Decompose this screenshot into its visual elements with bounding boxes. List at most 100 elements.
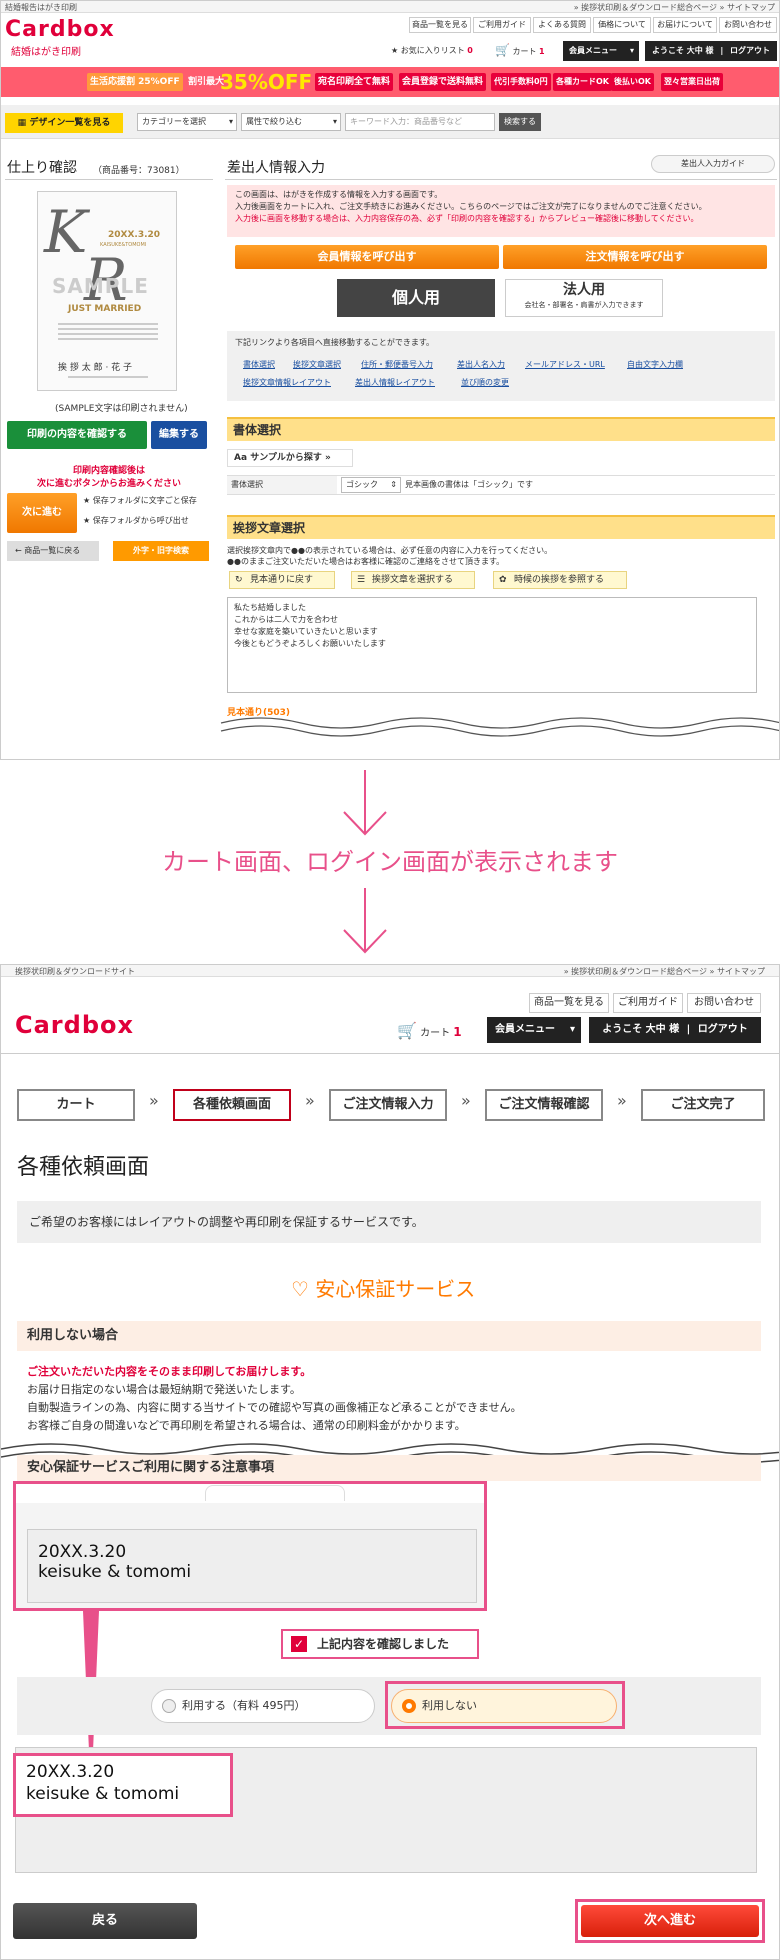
select-greeting-button[interactable]: ☰ 挨拶文章を選択する — [351, 571, 475, 589]
notice-line-1: この画面は、はがきを作成する情報を入力する画面です。 — [235, 190, 443, 199]
sample-search-button[interactable]: Aa サンプルから探す » — [227, 449, 353, 467]
link-sender-name[interactable]: 差出人名入力 — [457, 359, 505, 370]
product-edit-screenshot: 結婚報告はがき印刷 » 挨拶状印刷＆ダウンロード総合ページ » サイトマップ C… — [0, 0, 780, 760]
confirm-print-button[interactable]: 印刷の内容を確認する — [7, 421, 147, 449]
back-button[interactable]: 戻る — [13, 1903, 197, 1939]
greeting-line: 幸せな家庭を築いていきたいと思います — [234, 627, 378, 636]
step-cart: カート — [17, 1089, 135, 1121]
design-list-label: デザイン一覧を見る — [29, 118, 111, 128]
nav-guide[interactable]: ご利用ガイド — [613, 993, 683, 1013]
nav-price[interactable]: 価格について — [593, 17, 651, 33]
after-confirm-note-2: 次に進むボタンからお進みください — [36, 479, 181, 489]
cart-link[interactable]: 🛒 カート 1 — [397, 1021, 462, 1040]
edit-button[interactable]: 編集する — [151, 421, 207, 449]
search-button[interactable]: 検索する — [499, 113, 541, 131]
design-list-button[interactable]: ▦ デザイン一覧を見る — [5, 113, 123, 133]
favorites-count: 0 — [467, 46, 473, 55]
logout-link[interactable]: ログアウト — [730, 46, 770, 55]
confirm-checkbox[interactable]: ✓ 上記内容を確認しました — [281, 1629, 479, 1659]
tab-corporate[interactable]: 法人用 会社名・部署名・肩書が入力できます — [505, 279, 663, 317]
promo-tag-1: 生活応援割 25%OFF — [87, 73, 183, 91]
step-request: 各種依頼画面 — [173, 1089, 291, 1121]
divider — [5, 179, 213, 180]
nav-delivery[interactable]: お届けについて — [653, 17, 717, 33]
cart-link[interactable]: 🛒 カート 1 — [495, 43, 545, 57]
member-menu-button[interactable]: 会員メニュー ▾ — [487, 1017, 581, 1043]
confirm-checkbox-label: 上記内容を確認しました — [317, 1637, 450, 1651]
next-button[interactable]: 次に進む — [7, 493, 77, 533]
gaiji-button[interactable]: 外字・旧字検索 — [113, 541, 209, 561]
logo[interactable]: Cardbox — [15, 1011, 134, 1039]
topbar-right-links[interactable]: » 挨拶状印刷＆ダウンロード総合ページ » サイトマップ — [564, 966, 765, 977]
link-greeting-layout[interactable]: 挨拶文章情報レイアウト — [243, 377, 331, 388]
card-just-married: JUST MARRIED — [68, 304, 142, 314]
card-sample-watermark: SAMPLE — [52, 274, 149, 298]
highlight-frame: 20XX.3.20 keisuke & tomomi — [13, 1753, 233, 1817]
sample-note: (SAMPLE文字は印刷されません) — [55, 404, 188, 414]
nav-contact[interactable]: お問い合わせ — [719, 17, 777, 33]
step-separator: » — [461, 1091, 471, 1110]
promo-tag-4: 会員登録で送料無料 — [399, 73, 487, 91]
link-font[interactable]: 書体選択 — [243, 359, 275, 370]
attribute-select[interactable]: 属性で絞り込む ▾ — [241, 113, 341, 131]
font-note: 見本画像の書体は「ゴシック」です — [405, 480, 533, 489]
font-section-header: 書体選択 — [227, 417, 775, 441]
member-call-button[interactable]: 会員情報を呼び出す — [235, 245, 499, 269]
link-free-text[interactable]: 自由文字入力欄 — [627, 359, 683, 370]
favorites-label: お気に入りリスト — [400, 46, 465, 55]
after-confirm-note: 印刷内容確認後は 次に進むボタンからお進みください — [5, 463, 213, 489]
link-email[interactable]: メールアドレス・URL — [525, 359, 605, 370]
topbar-right-links[interactable]: » 挨拶状印刷＆ダウンロード総合ページ » サイトマップ — [574, 2, 775, 13]
link-sender-layout[interactable]: 差出人情報レイアウト — [355, 377, 435, 388]
tab-personal[interactable]: 個人用 — [337, 279, 495, 317]
logo[interactable]: Cardbox — [5, 17, 115, 42]
card-couple: 挨 拶 太 郎 · 花 子 — [58, 363, 133, 373]
save-folder-2[interactable]: ★ 保存フォルダから呼び出せ — [83, 515, 189, 526]
radio-icon — [162, 1699, 176, 1713]
chevron-down-icon: ▾ — [569, 1024, 575, 1035]
flower-icon: ✿ — [499, 575, 507, 585]
greeting-section-header: 挨拶文章選択 — [227, 515, 775, 539]
arrow-down-icon — [343, 888, 387, 954]
refresh-icon: ↻ — [235, 575, 243, 585]
keyword-input[interactable]: キーワード入力：商品番号など — [345, 113, 495, 131]
greeting-line: 私たち結婚しました — [234, 603, 306, 612]
link-greeting[interactable]: 挨拶文章選択 — [293, 359, 341, 370]
intro-box: ご希望のお客様にはレイアウトの調整や再印刷を保証するサービスです。 — [17, 1201, 761, 1243]
sender-guide-button[interactable]: 差出人入力ガイド — [651, 155, 775, 173]
restore-sample-button[interactable]: ↻ 見本通りに戻す — [229, 571, 335, 589]
season-greeting-button[interactable]: ✿ 時候の挨拶を参照する — [493, 571, 627, 589]
use-service-option[interactable]: 利用する（有料 495円） — [151, 1689, 375, 1723]
cart-count: 1 — [539, 47, 545, 56]
category-select[interactable]: カテゴリーを選択 ▾ — [137, 113, 237, 131]
arrow-left-icon: ← — [15, 546, 22, 555]
greeting-line: これからは二人で力を合わせ — [234, 615, 338, 624]
nav-guide[interactable]: ご利用ガイド — [473, 17, 531, 33]
font-select[interactable]: ゴシック ⇕ — [341, 477, 401, 493]
font-row: 書体選択 ゴシック ⇕ 見本画像の書体は「ゴシック」です — [227, 475, 775, 495]
greeting-textarea[interactable]: 私たち結婚しました これからは二人で力を合わせ 幸せな家庭を築いていきたいと思い… — [227, 597, 757, 693]
nav-faq[interactable]: よくある質問 — [533, 17, 591, 33]
promo-banner[interactable]: 生活応援割 25%OFF 割引最大 35%OFF 宛名印刷全て無料 会員登録で送… — [1, 67, 779, 97]
cart-count: 1 — [453, 1025, 462, 1039]
not-use-line: お届け日指定のない場合は最短納期で発送いたします。 — [27, 1383, 301, 1396]
not-use-header: 利用しない場合 — [17, 1321, 761, 1351]
greeting-note-2: ●●のままご注文いただいた場合はお客様に確認のご連絡をさせて頂きます。 — [227, 557, 505, 566]
nav-product-list[interactable]: 商品一覧を見る — [529, 993, 609, 1013]
order-call-button[interactable]: 注文情報を呼び出す — [503, 245, 767, 269]
link-sort-order[interactable]: 並び順の変更 — [461, 377, 509, 388]
top-utility-bar: 挨拶状印刷＆ダウンロードサイト » 挨拶状印刷＆ダウンロード総合ページ » サイ… — [1, 965, 779, 977]
member-menu-button[interactable]: 会員メニュー ▾ — [563, 41, 639, 61]
favorites-link[interactable]: ★ お気に入りリスト 0 — [391, 45, 473, 56]
divider — [1, 1053, 779, 1054]
logout-link[interactable]: ログアウト — [698, 1024, 748, 1035]
save-folder-1[interactable]: ★ 保存フォルダに文字ごと保存 — [83, 495, 197, 506]
cart-label: カート — [512, 47, 537, 56]
nav-product-list[interactable]: 商品一覧を見る — [409, 17, 471, 33]
next-button[interactable]: 次へ進む — [581, 1905, 759, 1937]
link-address[interactable]: 住所・郵便番号入力 — [361, 359, 433, 370]
nav-contact[interactable]: お問い合わせ — [687, 993, 761, 1013]
notice-line-3: 入力後に画面を移動する場合は、入力内容保存の為、必ず「印刷の内容を確認する」から… — [235, 214, 699, 223]
back-list-button[interactable]: ← 商品一覧に戻る — [7, 541, 99, 561]
greeting-line: 今後ともどうぞよろしくお願いいたします — [234, 639, 386, 648]
